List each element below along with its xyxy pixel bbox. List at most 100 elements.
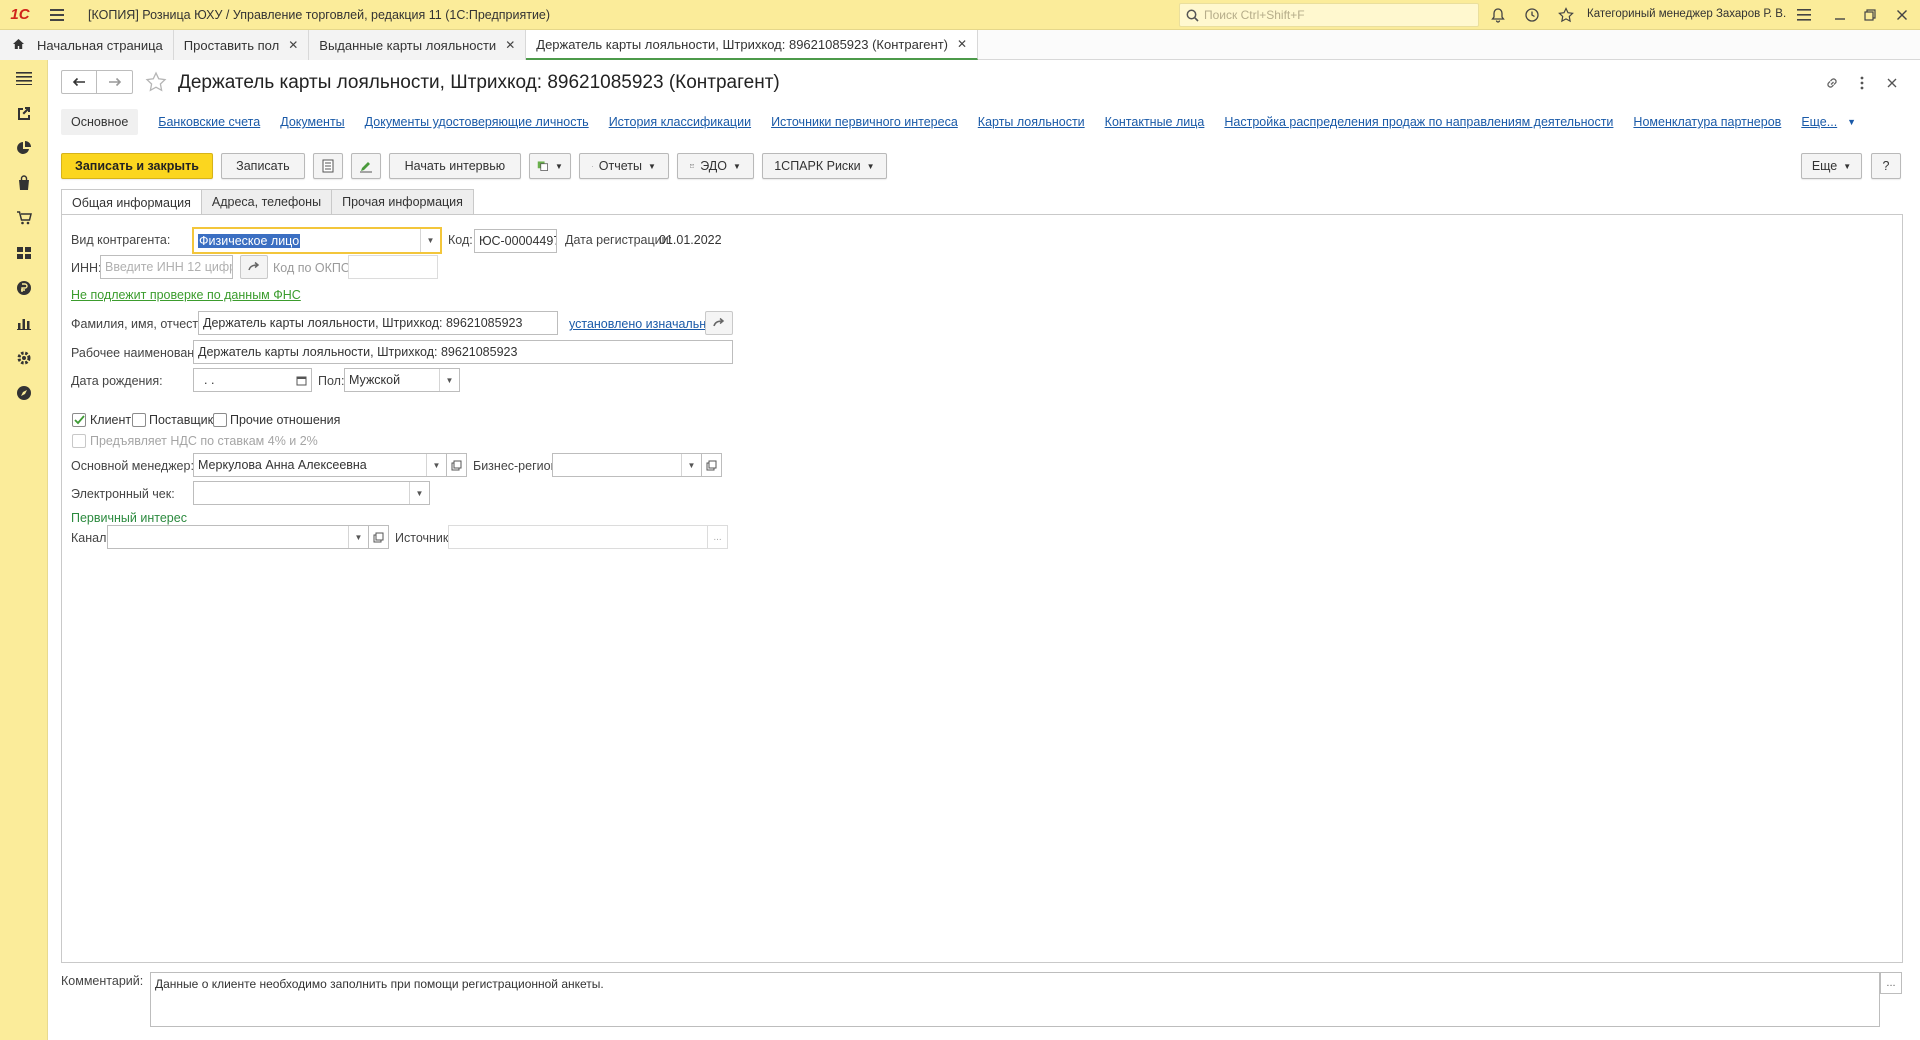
nav-link-sales-distribution[interactable]: Настройка распределения продаж по направ…: [1224, 115, 1613, 129]
forward-arrow-icon[interactable]: [97, 71, 132, 93]
nav-link-partner-items[interactable]: Номенклатура партнеров: [1633, 115, 1781, 129]
close-tab-icon[interactable]: ✕: [957, 37, 967, 51]
supplier-checkbox[interactable]: [132, 413, 146, 427]
nav-link-id-documents[interactable]: Документы удостоверяющие личность: [365, 115, 589, 129]
save-and-close-button[interactable]: Записать и закрыть: [61, 153, 213, 179]
other-relations-label[interactable]: Прочие отношения: [230, 413, 340, 427]
nav-link-documents[interactable]: Документы: [280, 115, 344, 129]
inn-input[interactable]: Введите ИНН 12 цифр: [100, 255, 233, 279]
form-title: Держатель карты лояльности, Штрихкод: 89…: [178, 72, 780, 93]
close-tab-icon[interactable]: ✕: [288, 38, 298, 52]
edit-pen-button[interactable]: [350, 153, 381, 179]
back-arrow-icon[interactable]: [62, 71, 98, 93]
sales-cart-icon[interactable]: [0, 200, 48, 235]
help-button[interactable]: ?: [1871, 153, 1901, 179]
electronic-check-select[interactable]: ▼: [193, 481, 430, 505]
supplier-label[interactable]: Поставщик: [149, 413, 213, 427]
nav-link-loyalty-cards[interactable]: Карты лояльности: [978, 115, 1085, 129]
start-interview-button[interactable]: Начать интервью: [388, 153, 521, 179]
pie-chart-icon[interactable]: [0, 130, 48, 165]
chevron-down-icon[interactable]: ▼: [681, 454, 701, 476]
minimize-icon[interactable]: [1830, 5, 1850, 25]
chevron-down-icon[interactable]: ▼: [409, 482, 429, 504]
fns-check-link[interactable]: Не подлежит проверке по данным ФНС: [71, 288, 301, 302]
navigation-compass-icon[interactable]: [0, 375, 48, 410]
code-label: Код:: [448, 233, 473, 247]
tab-general-info[interactable]: Общая информация: [61, 189, 202, 215]
crm-icon[interactable]: [0, 95, 48, 130]
chevron-down-icon[interactable]: ▼: [426, 454, 446, 476]
add-to-favorites-star-icon[interactable]: [145, 71, 167, 96]
comment-textarea[interactable]: Данные о клиенте необходимо заполнить пр…: [150, 972, 1880, 1027]
settings-menu-icon[interactable]: [1794, 5, 1814, 25]
comment-expand-button[interactable]: ...: [1880, 972, 1902, 994]
chevron-down-icon[interactable]: ▼: [420, 229, 440, 252]
main-manager-select[interactable]: Меркулова Анна Алексеевна ▼: [193, 453, 447, 477]
open-region-icon[interactable]: [702, 453, 722, 477]
edo-button[interactable]: ЭДО ▼: [676, 153, 754, 179]
history-icon[interactable]: [1522, 5, 1542, 25]
open-channel-icon[interactable]: [369, 525, 389, 549]
admin-gear-icon[interactable]: [0, 340, 48, 375]
finance-ruble-icon[interactable]: [0, 270, 48, 305]
more-actions-button[interactable]: Еще ▼: [1801, 153, 1862, 179]
edo-label: ЭДО: [700, 159, 727, 173]
open-manager-icon[interactable]: [447, 453, 467, 477]
chevron-down-icon[interactable]: ▼: [1847, 117, 1856, 127]
source-select-button[interactable]: ...: [708, 525, 728, 549]
restore-icon[interactable]: [1860, 5, 1880, 25]
business-region-select[interactable]: ▼: [552, 453, 702, 477]
close-window-icon[interactable]: [1892, 5, 1912, 25]
tab-issued-cards[interactable]: Выданные карты лояльности ✕: [309, 30, 527, 60]
okpo-input[interactable]: [348, 255, 438, 279]
reports-bar-chart-icon[interactable]: [0, 305, 48, 340]
document-list-button[interactable]: [312, 153, 343, 179]
counterparty-kind-select[interactable]: Физическое лицо ▼: [192, 227, 442, 254]
close-form-icon[interactable]: [1882, 73, 1902, 93]
link-chain-icon[interactable]: [1822, 73, 1842, 93]
other-relations-checkbox[interactable]: [213, 413, 227, 427]
nav-link-bank-accounts[interactable]: Банковские счета: [158, 115, 260, 129]
nav-link-contact-persons[interactable]: Контактные лица: [1105, 115, 1205, 129]
gender-select[interactable]: Мужской ▼: [344, 368, 460, 392]
vat-checkbox[interactable]: [72, 434, 86, 448]
tab-addresses-phones[interactable]: Адреса, телефоны: [200, 189, 333, 214]
menu-list-icon[interactable]: [0, 60, 48, 95]
close-tab-icon[interactable]: ✕: [505, 38, 515, 52]
purchases-bag-icon[interactable]: [0, 165, 48, 200]
current-user[interactable]: Категориный менеджер Захаров Р. В.: [1587, 8, 1786, 20]
source-input[interactable]: [448, 525, 708, 549]
main-menu-icon[interactable]: [40, 0, 74, 30]
tab-home[interactable]: Начальная страница: [0, 30, 174, 60]
nav-link-interest-sources[interactable]: Источники первичного интереса: [771, 115, 958, 129]
tab-set-gender[interactable]: Проставить пол ✕: [173, 30, 310, 60]
bell-icon[interactable]: [1488, 5, 1508, 25]
nav-link-main[interactable]: Основное: [61, 109, 139, 135]
tab-other-info[interactable]: Прочая информация: [331, 189, 474, 214]
nav-link-more[interactable]: Еще...: [1801, 115, 1837, 129]
fio-refresh-button[interactable]: [705, 311, 733, 335]
chevron-down-icon[interactable]: ▼: [348, 526, 368, 548]
full-name-input[interactable]: Держатель карты лояльности, Штрихкод: 89…: [198, 311, 558, 335]
global-search-input[interactable]: Поиск Ctrl+Shift+F: [1179, 3, 1479, 27]
channel-select[interactable]: ▼: [107, 525, 369, 549]
tab-card-holder[interactable]: Держатель карты лояльности, Штрихкод: 89…: [526, 30, 979, 60]
fio-status-link[interactable]: установлено изначально: [569, 317, 713, 331]
code-field[interactable]: ЮС-00004497: [474, 229, 557, 253]
client-checkbox[interactable]: [72, 413, 86, 427]
client-label[interactable]: Клиент: [90, 413, 131, 427]
work-name-input[interactable]: Держатель карты лояльности, Штрихкод: 89…: [193, 340, 733, 364]
calendar-icon[interactable]: [292, 368, 312, 392]
nav-link-classification-history[interactable]: История классификации: [609, 115, 751, 129]
chevron-down-icon[interactable]: ▼: [439, 369, 459, 391]
birth-date-input[interactable]: . .: [193, 368, 293, 392]
save-button[interactable]: Записать: [220, 153, 305, 179]
reports-button[interactable]: Отчеты ▼: [578, 153, 669, 179]
primary-interest-title: Первичный интерес: [71, 511, 187, 525]
create-based-on-button[interactable]: ▼: [528, 153, 571, 179]
favorites-star-icon[interactable]: [1556, 5, 1576, 25]
fill-by-inn-button[interactable]: [240, 255, 268, 279]
spark-risks-button[interactable]: 1СПАРК Риски ▼: [761, 153, 887, 179]
warehouse-grid-icon[interactable]: [0, 235, 48, 270]
more-vertical-icon[interactable]: [1852, 73, 1872, 93]
